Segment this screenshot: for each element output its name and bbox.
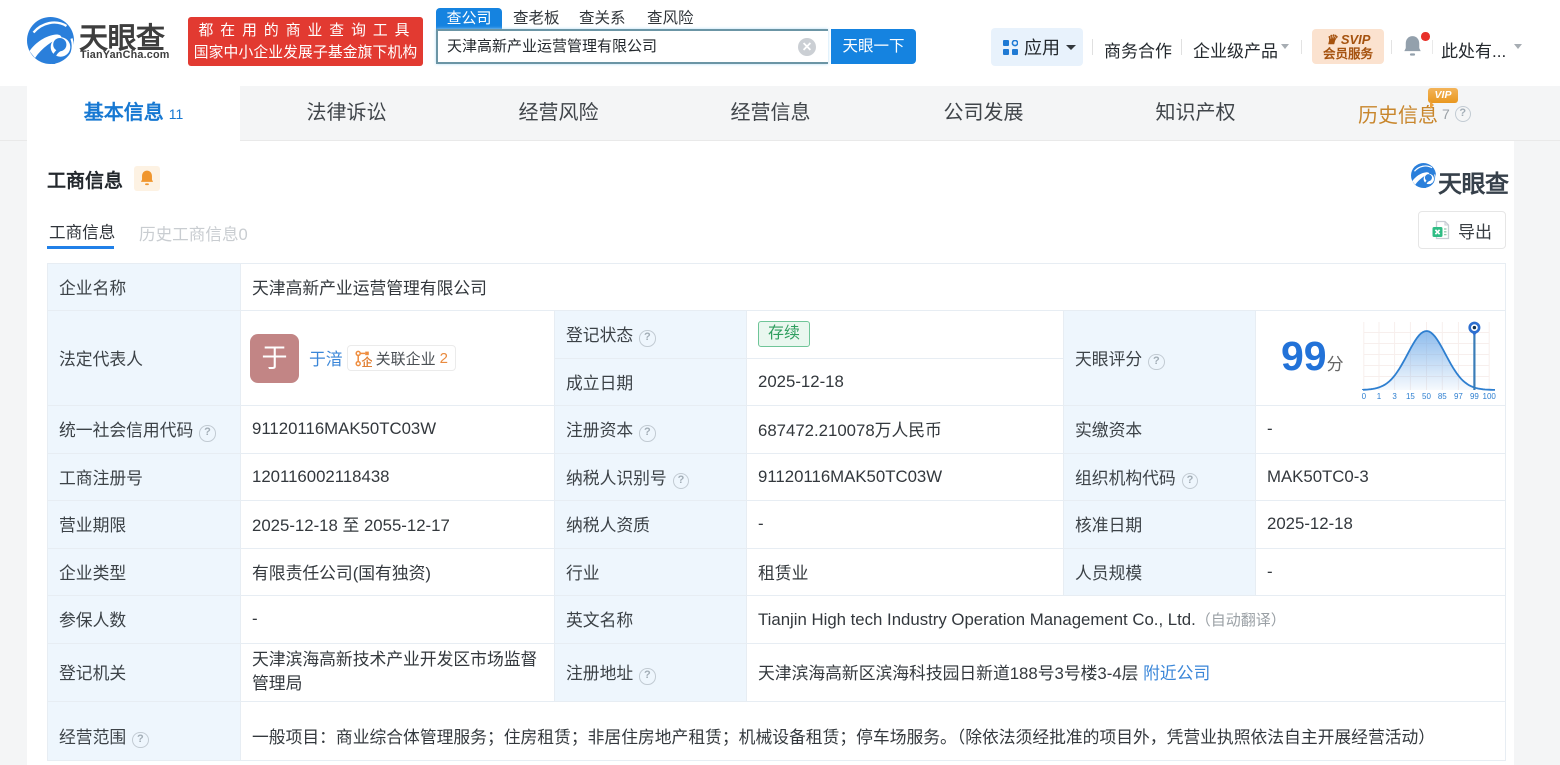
svg-text:企: 企 — [360, 355, 371, 367]
svg-text:100: 100 — [1483, 392, 1497, 401]
svg-text:1: 1 — [1377, 392, 1382, 401]
svg-text:15: 15 — [1406, 392, 1415, 401]
svg-text:50: 50 — [1422, 392, 1431, 401]
svg-text:3: 3 — [1392, 392, 1397, 401]
svg-text:97: 97 — [1454, 392, 1463, 401]
svg-text:0: 0 — [1362, 392, 1367, 401]
svg-text:85: 85 — [1438, 392, 1447, 401]
svg-text:99: 99 — [1470, 392, 1479, 401]
